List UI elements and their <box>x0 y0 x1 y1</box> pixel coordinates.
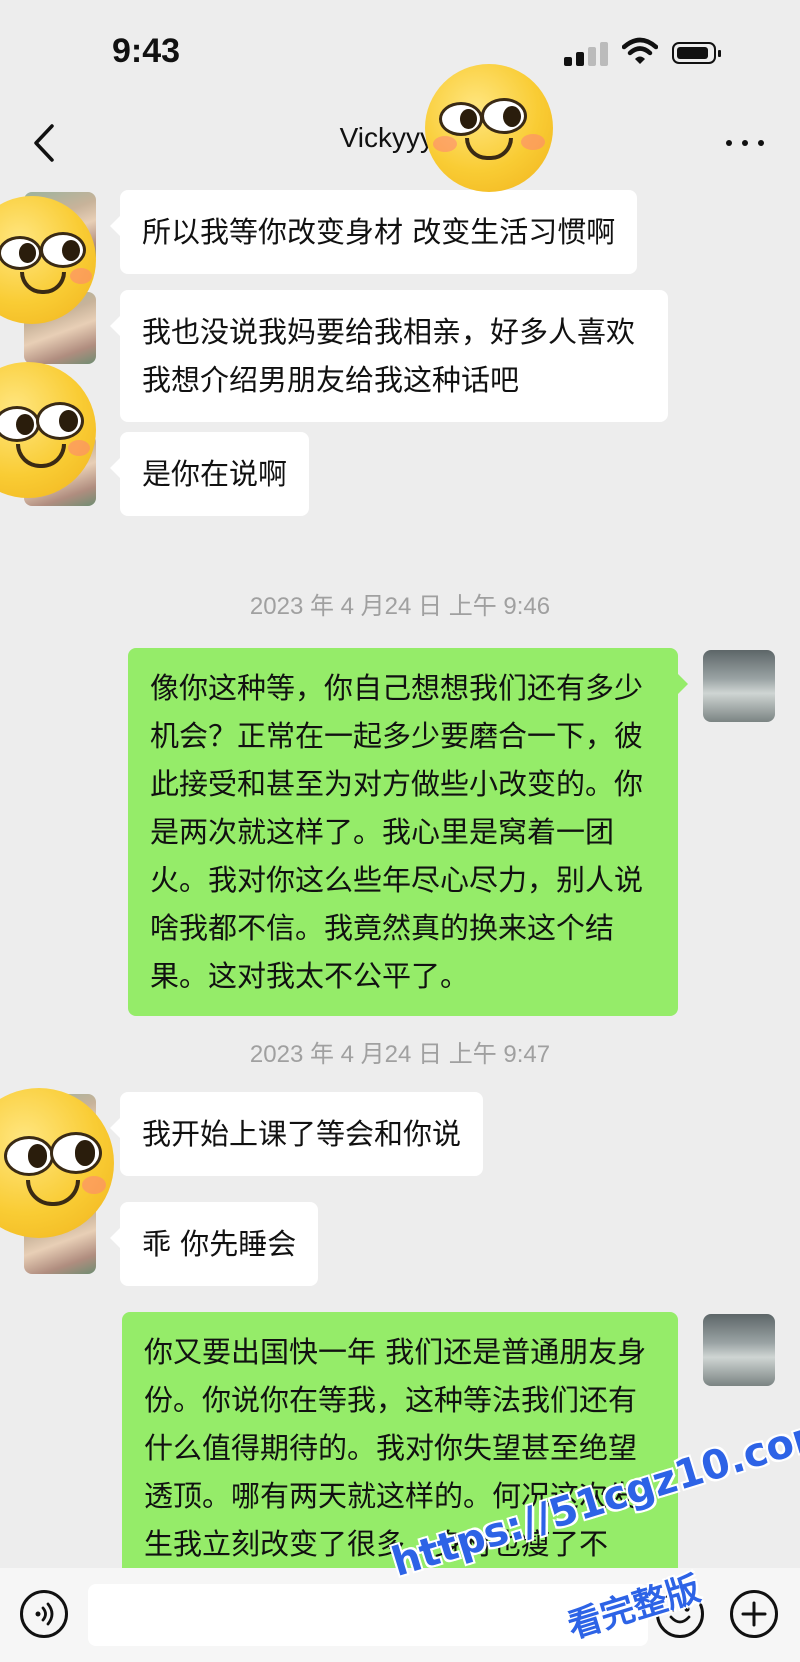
avatar[interactable] <box>703 650 775 722</box>
chat-timestamp: 2023 年 4 月24 日 上午 9:46 <box>249 593 551 620</box>
chat-title[interactable]: Vickyyy B <box>0 122 800 154</box>
smiley-sticker-icon <box>0 1088 114 1238</box>
message-bubble-incoming[interactable]: 是你在说啊 <box>109 432 310 516</box>
voice-icon[interactable] <box>20 1590 68 1638</box>
message-bubble-incoming[interactable]: 我也没说我妈要给我相亲，好多人喜欢我想介绍男朋友给我这种话吧 <box>110 290 668 422</box>
wifi-icon <box>622 37 658 64</box>
smiley-sticker-icon <box>425 64 553 192</box>
message-bubble-incoming[interactable]: 乖 你先睡会 <box>109 1202 319 1286</box>
status-time: 9:43 <box>112 32 181 70</box>
message-bubble-incoming[interactable]: 所以我等你改变身材 改变生活习惯啊 <box>109 190 638 274</box>
chat-header: Vickyyy B <box>0 110 800 180</box>
battery-icon <box>672 42 721 64</box>
plus-icon[interactable] <box>730 1590 778 1638</box>
signal-icon <box>564 40 610 66</box>
message-bubble-outgoing[interactable]: 你又要出国快一年 我们还是普通朋友身份。你说你在等我，这种等法我们还有什么值得期… <box>122 1312 678 1568</box>
message-input[interactable] <box>88 1584 648 1646</box>
status-bar: 9:43 <box>0 0 800 110</box>
message-bubble-incoming[interactable]: 我开始上课了等会和你说 <box>109 1092 484 1176</box>
avatar[interactable] <box>703 1314 775 1386</box>
chat-timestamp: 2023 年 4 月24 日 上午 9:47 <box>249 1041 551 1068</box>
message-bubble-outgoing[interactable]: 像你这种等，你自己想想我们还有多少机会？正常在一起多少要磨合一下，彼此接受和甚至… <box>128 648 688 1016</box>
more-dots-icon[interactable] <box>722 128 772 158</box>
